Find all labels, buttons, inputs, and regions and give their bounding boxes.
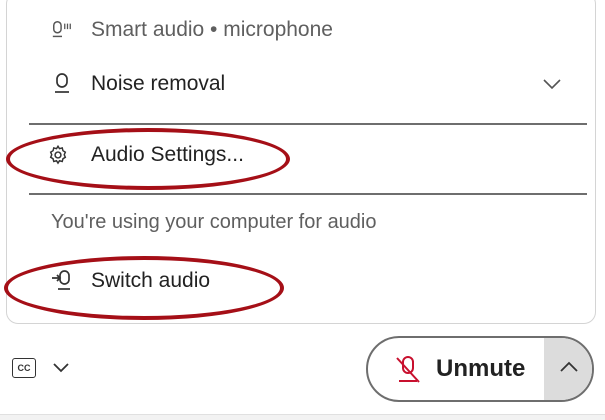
smart-audio-item[interactable]: Smart audio • microphone <box>7 15 595 45</box>
audio-settings-label: Audio Settings... <box>91 143 244 166</box>
closed-captions-button[interactable]: CC <box>12 358 70 378</box>
audio-options-toggle[interactable] <box>544 338 592 400</box>
muted-microphone-icon <box>394 355 422 385</box>
chevron-up-icon <box>559 360 579 378</box>
chevron-down-icon[interactable] <box>541 73 563 95</box>
chevron-down-icon <box>52 360 70 376</box>
unmute-label: Unmute <box>436 355 526 382</box>
switch-audio-label: Switch audio <box>91 269 211 292</box>
microphone-boost-icon <box>51 17 73 43</box>
menu-divider <box>29 123 587 125</box>
smart-audio-label: Smart audio • microphone <box>91 18 333 41</box>
menu-divider <box>29 193 587 195</box>
switch-audio-item[interactable]: Switch audio <box>7 265 595 297</box>
switch-audio-icon <box>51 268 73 294</box>
microphone-icon <box>51 71 73 97</box>
audio-menu-panel: Smart audio • microphone Noise removal A… <box>6 0 596 324</box>
gear-icon <box>47 142 69 168</box>
noise-removal-label: Noise removal <box>91 72 226 95</box>
unmute-main[interactable]: Unmute <box>368 338 544 400</box>
window-bottom-edge <box>0 414 605 420</box>
audio-source-info: You're using your computer for audio <box>51 211 377 233</box>
audio-settings-item[interactable]: Audio Settings... <box>7 139 595 171</box>
unmute-button[interactable]: Unmute <box>366 336 594 402</box>
closed-caption-icon: CC <box>12 358 36 378</box>
noise-removal-item[interactable]: Noise removal <box>7 69 595 99</box>
